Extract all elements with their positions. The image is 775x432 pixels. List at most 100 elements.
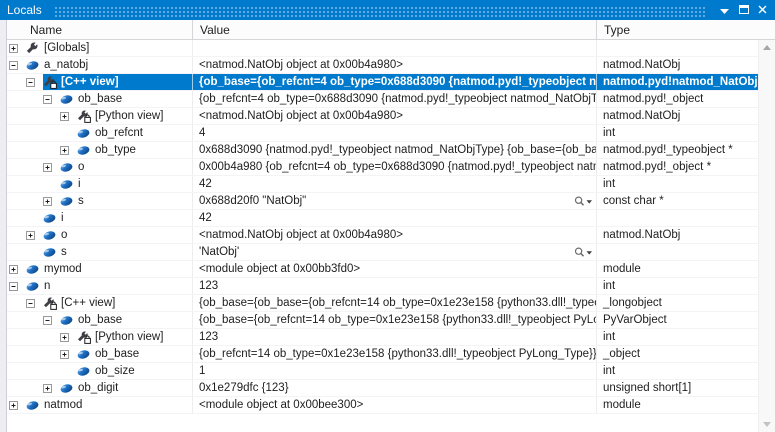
magnifier-visualizer-icon[interactable]	[574, 244, 593, 260]
tree-row[interactable]: s0x688d20f0 "NatObj"const char *	[7, 193, 758, 210]
tree-row[interactable]: ob_base{ob_refcnt=4 ob_type=0x688d3090 {…	[7, 91, 758, 108]
name-cell: i	[7, 176, 193, 192]
variable-value: {ob_base={ob_base={ob_refcnt=14 ob_type=…	[199, 297, 597, 309]
value-cell[interactable]: 42	[193, 176, 597, 192]
value-cell[interactable]: <natmod.NatObj object at 0x00b4a980>	[193, 108, 597, 124]
name-cell: s	[7, 244, 193, 260]
titlebar-grip-dots	[54, 6, 705, 17]
expand-plus-icon[interactable]	[9, 401, 26, 410]
row-highlight-region: ob_size	[77, 363, 192, 379]
python-object-icon	[60, 196, 78, 207]
vertical-scrollbar[interactable]	[758, 40, 775, 432]
tree-row[interactable]: ob_base{ob_refcnt=14 ob_type=0x1e23e158 …	[7, 346, 758, 363]
name-cell: [Python view]	[7, 329, 193, 345]
name-cell: mymod	[7, 261, 193, 277]
expand-plus-icon[interactable]	[9, 265, 26, 274]
tree-row[interactable]: ob_size1int	[7, 363, 758, 380]
value-cell[interactable]: 0x1e279dfc {123}	[193, 380, 597, 396]
value-cell[interactable]: 4	[193, 125, 597, 141]
name-cell: [C++ view]	[7, 295, 193, 311]
tree-row[interactable]: mymod<module object at 0x00bb3fd0>module	[7, 261, 758, 278]
column-header-row: Name Value Type	[7, 20, 775, 40]
expand-plus-icon[interactable]	[9, 44, 26, 53]
value-cell[interactable]: 1	[193, 363, 597, 379]
variable-value: 123	[199, 331, 218, 343]
tree-row[interactable]: n123int	[7, 278, 758, 295]
close-button[interactable]	[753, 0, 772, 20]
tree-row[interactable]: [Globals]	[7, 40, 758, 57]
magnifier-visualizer-icon[interactable]	[574, 193, 593, 209]
column-header-type: Type	[597, 20, 775, 39]
column-header-value: Value	[193, 20, 597, 39]
variable-value: 1	[199, 365, 205, 377]
maximize-button[interactable]	[734, 0, 753, 20]
tree-row[interactable]: ob_refcnt4int	[7, 125, 758, 142]
variable-value: <natmod.NatObj object at 0x00b4a980>	[199, 229, 403, 241]
value-cell[interactable]: 0x00b4a980 {ob_refcnt=4 ob_type=0x688d30…	[193, 159, 597, 175]
value-cell[interactable]	[193, 40, 597, 56]
expand-plus-icon[interactable]	[26, 231, 43, 240]
value-cell[interactable]: 'NatObj'	[193, 244, 597, 260]
expand-plus-icon[interactable]	[43, 197, 60, 206]
window-position-button[interactable]	[715, 0, 734, 20]
variable-name: ob_refcnt	[95, 127, 143, 139]
expand-plus-icon[interactable]	[43, 163, 60, 172]
row-highlight-region: s	[60, 193, 192, 209]
tree-row[interactable]: ob_type0x688d3090 {natmod.pyd!_typeobjec…	[7, 142, 758, 159]
value-cell[interactable]: {ob_refcnt=4 ob_type=0x688d3090 {natmod.…	[193, 91, 597, 107]
value-cell[interactable]: 0x688d20f0 "NatObj"	[193, 193, 597, 209]
expand-plus-icon[interactable]	[43, 384, 60, 393]
tree-row[interactable]: ob_digit0x1e279dfc {123}unsigned short[1…	[7, 380, 758, 397]
value-cell[interactable]: 123	[193, 278, 597, 294]
tree-row[interactable]: o<natmod.NatObj object at 0x00b4a980>nat…	[7, 227, 758, 244]
tree-row[interactable]: s 'NatObj'	[7, 244, 758, 261]
python-object-icon	[43, 230, 61, 241]
variables-tree: [Globals]a_natobj<natmod.NatObj object a…	[7, 40, 758, 432]
collapse-minus-icon[interactable]	[26, 299, 43, 308]
tree-row[interactable]: i42int	[7, 176, 758, 193]
value-cell[interactable]: {ob_base={ob_refcnt=4 ob_type=0x688d3090…	[193, 74, 597, 90]
variable-value: {ob_base={ob_refcnt=4 ob_type=0x688d3090…	[199, 76, 597, 88]
value-cell[interactable]: 0x688d3090 {natmod.pyd!_typeobject natmo…	[193, 142, 597, 158]
collapse-minus-icon[interactable]	[43, 95, 60, 104]
tree-row[interactable]: [Python view] 123 int	[7, 329, 758, 346]
tree-row[interactable]: o0x00b4a980 {ob_refcnt=4 ob_type=0x688d3…	[7, 159, 758, 176]
collapse-minus-icon[interactable]	[43, 316, 60, 325]
window-left-edge	[0, 20, 7, 432]
variable-name: s	[61, 246, 67, 258]
collapse-minus-icon[interactable]	[9, 282, 26, 291]
tree-row[interactable]: [C++ view] {ob_base={ob_refcnt=4 ob_type=…	[7, 74, 758, 91]
scrollbar-up-arrow-icon[interactable]	[763, 45, 771, 50]
row-highlight-region: ob_digit	[60, 380, 192, 396]
value-cell[interactable]: {ob_base={ob_refcnt=14 ob_type=0x1e23e15…	[193, 312, 597, 328]
tree-row[interactable]: [Python view]<natmod.NatObj object at 0x…	[7, 108, 758, 125]
value-cell[interactable]: <module object at 0x00bb3fd0>	[193, 261, 597, 277]
value-cell[interactable]: {ob_refcnt=14 ob_type=0x1e23e158 {python…	[193, 346, 597, 362]
tree-row[interactable]: [C++ view] {ob_base={ob_base={ob_refcnt=1…	[7, 295, 758, 312]
value-cell[interactable]: 42	[193, 210, 597, 226]
collapse-minus-icon[interactable]	[9, 61, 26, 70]
titlebar[interactable]: Locals	[0, 0, 775, 20]
tree-row[interactable]: ob_base{ob_base={ob_refcnt=14 ob_type=0x…	[7, 312, 758, 329]
expand-plus-icon[interactable]	[60, 333, 77, 342]
value-cell[interactable]: <natmod.NatObj object at 0x00b4a980>	[193, 227, 597, 243]
expand-plus-icon[interactable]	[60, 112, 77, 121]
value-cell[interactable]: <natmod.NatObj object at 0x00b4a980>	[193, 57, 597, 73]
python-object-icon	[77, 128, 95, 139]
value-cell[interactable]: {ob_base={ob_base={ob_refcnt=14 ob_type=…	[193, 295, 597, 311]
native-view-lock-icon	[43, 76, 61, 89]
type-cell: natmod.NatObj	[597, 227, 758, 243]
expand-plus-icon[interactable]	[60, 146, 77, 155]
value-cell[interactable]: 123	[193, 329, 597, 345]
value-cell[interactable]: <module object at 0x00bee300>	[193, 397, 597, 413]
variable-name: [C++ view]	[61, 76, 119, 88]
scrollbar-down-arrow-icon[interactable]	[763, 422, 771, 427]
variable-value: <natmod.NatObj object at 0x00b4a980>	[199, 59, 403, 71]
expand-plus-icon[interactable]	[60, 350, 77, 359]
collapse-minus-icon[interactable]	[26, 78, 43, 87]
type-cell: int	[597, 329, 758, 345]
tree-row[interactable]: i42	[7, 210, 758, 227]
tree-row[interactable]: natmod<module object at 0x00bee300>modul…	[7, 397, 758, 414]
python-object-icon	[60, 162, 78, 173]
tree-row[interactable]: a_natobj<natmod.NatObj object at 0x00b4a…	[7, 57, 758, 74]
